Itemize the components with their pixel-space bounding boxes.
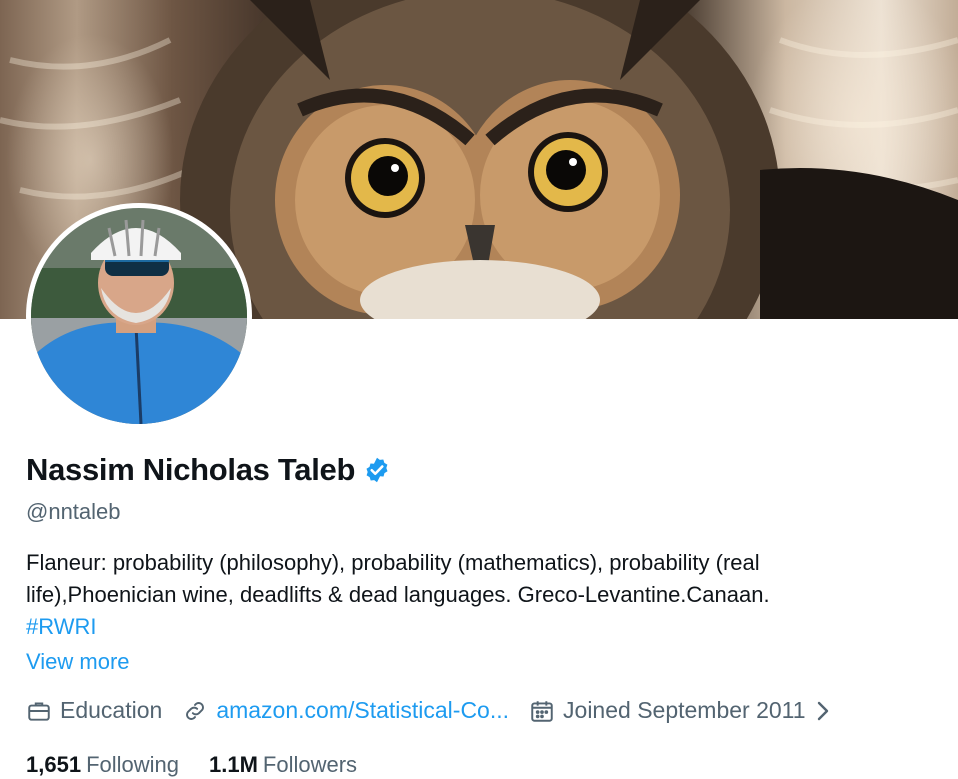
briefcase-icon [26,698,52,724]
following-count: 1,651 [26,752,82,777]
profile-meta: Education amazon.com/Statistical-Co... J… [26,697,854,724]
following-link[interactable]: 1,651 Following [26,752,179,778]
profile-bio: Flaneur: probability (philosophy), proba… [26,547,946,643]
category-item: Education [26,697,162,724]
bio-hashtag-link[interactable]: #RWRI [26,611,946,643]
profile-name-row: Nassim Nicholas Taleb [26,452,391,488]
display-name: Nassim Nicholas Taleb [26,452,356,487]
category-label: Education [60,697,163,723]
bio-line: life),Phoenician wine, deadlifts & dead … [26,582,770,607]
bio-line: Flaneur: probability (philosophy), proba… [26,550,760,575]
user-handle: @nntaleb [26,499,121,524]
calendar-icon [529,698,555,724]
followers-link[interactable]: 1.1M Followers [209,752,357,778]
joined-label: Joined September 2011 [563,697,806,723]
followers-count: 1.1M [209,752,258,777]
website-link[interactable]: amazon.com/Statistical-Co... [216,697,509,724]
followers-label: Followers [262,752,358,777]
link-icon [182,698,208,724]
profile-photo-cyclist-icon [31,208,247,424]
joined-item[interactable]: Joined September 2011 [529,697,834,724]
avatar[interactable] [26,203,252,429]
profile-stats: 1,651 Following 1.1M Followers [26,752,387,778]
chevron-right-icon[interactable] [812,698,834,724]
view-more-link[interactable]: View more [26,649,130,675]
verified-badge-icon[interactable] [363,456,391,484]
following-label: Following [86,752,179,777]
website-item[interactable]: amazon.com/Statistical-Co... [182,697,509,724]
